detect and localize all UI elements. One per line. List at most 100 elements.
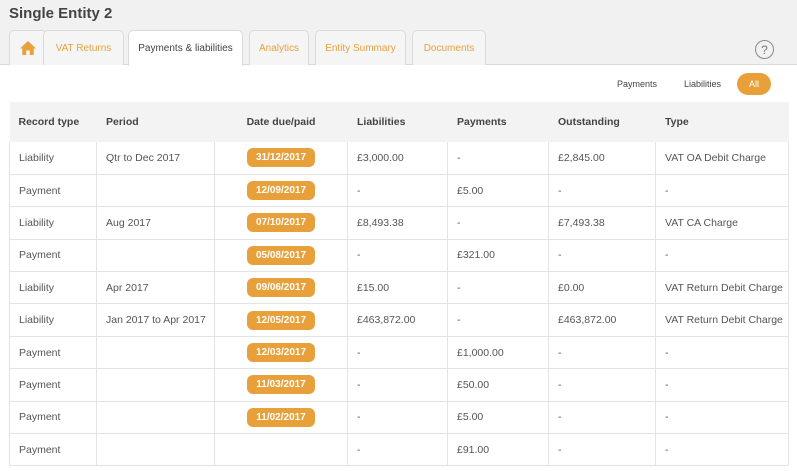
cell-record-type: Liability bbox=[9, 271, 97, 305]
cell-liabilities: - bbox=[347, 368, 448, 402]
cell-outstanding: - bbox=[548, 433, 656, 467]
tab-analytics[interactable]: Analytics bbox=[249, 30, 309, 65]
cell-period bbox=[96, 239, 215, 273]
cell-payments: £50.00 bbox=[447, 368, 549, 402]
filter-liabilities[interactable]: Liabilities bbox=[675, 73, 730, 95]
cell-outstanding: £7,493.38 bbox=[548, 206, 656, 240]
cell-payments: - bbox=[447, 142, 549, 175]
table-row[interactable]: Liability Qtr to Dec 2017 31/12/2017 £3,000… bbox=[9, 142, 789, 175]
cell-outstanding: - bbox=[548, 401, 656, 435]
cell-type: - bbox=[655, 433, 789, 467]
filter-payments[interactable]: Payments bbox=[608, 73, 666, 95]
cell-payments: £91.00 bbox=[447, 433, 549, 467]
tab-entity-summary[interactable]: Entity Summary bbox=[315, 30, 406, 65]
cell-date: 12/05/2017 bbox=[214, 303, 348, 337]
column-header-outstanding[interactable]: Outstanding bbox=[548, 102, 656, 142]
cell-outstanding: £0.00 bbox=[548, 271, 656, 305]
cell-period bbox=[96, 336, 215, 370]
tab-home[interactable] bbox=[9, 30, 47, 65]
cell-payments: £5.00 bbox=[447, 401, 549, 435]
column-header-type[interactable]: Type bbox=[655, 102, 789, 142]
cell-type: - bbox=[655, 336, 789, 370]
cell-liabilities: - bbox=[347, 433, 448, 467]
cell-outstanding: - bbox=[548, 174, 656, 208]
table-row[interactable]: Payment 12/03/2017- £1,000.00- - bbox=[9, 336, 789, 370]
cell-period: Aug 2017 bbox=[96, 206, 215, 240]
cell-date: 05/08/2017 bbox=[214, 239, 348, 273]
tab-payments-liabilities[interactable]: Payments & liabilities bbox=[128, 30, 243, 66]
table-row[interactable]: Liability Jan 2017 to Apr 2017 12/05/2017 £… bbox=[9, 303, 789, 337]
cell-date: 09/06/2017 bbox=[214, 271, 348, 305]
cell-payments: £5.00 bbox=[447, 174, 549, 208]
cell-liabilities: - bbox=[347, 174, 448, 208]
table-row[interactable]: Payment 11/03/2017- £50.00- - bbox=[9, 368, 789, 402]
table-row[interactable]: Payment - £91.00- - bbox=[9, 433, 789, 467]
cell-payments: - bbox=[447, 271, 549, 305]
table-row[interactable]: Liability Aug 2017 07/10/2017 £8,493.38- £7,… bbox=[9, 206, 789, 240]
cell-outstanding: - bbox=[548, 368, 656, 402]
cell-liabilities: £3,000.00 bbox=[347, 142, 448, 175]
column-header-record-type[interactable]: Record type bbox=[9, 102, 97, 142]
home-icon bbox=[20, 41, 36, 55]
date-badge: 12/03/2017 bbox=[247, 343, 315, 363]
cell-liabilities: £463,872.00 bbox=[347, 303, 448, 337]
cell-record-type: Payment bbox=[9, 368, 97, 402]
cell-type: VAT OA Debit Charge bbox=[655, 142, 789, 175]
cell-type: - bbox=[655, 368, 789, 402]
cell-period: Qtr to Dec 2017 bbox=[96, 142, 215, 175]
date-badge: 12/05/2017 bbox=[247, 310, 315, 330]
payments-liabilities-table: Record type Period Date due/paid Liabili… bbox=[9, 102, 789, 467]
cell-outstanding: - bbox=[548, 336, 656, 370]
cell-outstanding: £463,872.00 bbox=[548, 303, 656, 337]
cell-period bbox=[96, 401, 215, 435]
cell-liabilities: - bbox=[347, 401, 448, 435]
date-badge: 11/03/2017 bbox=[247, 375, 315, 395]
filter-all[interactable]: All bbox=[737, 73, 771, 95]
cell-liabilities: - bbox=[347, 239, 448, 273]
cell-type: VAT CA Charge bbox=[655, 206, 789, 240]
cell-liabilities: - bbox=[347, 336, 448, 370]
entity-header: Single Entity 2 VAT Returns Payments & l… bbox=[0, 0, 797, 66]
cell-period bbox=[96, 174, 215, 208]
date-badge: 12/09/2017 bbox=[247, 181, 315, 201]
cell-type: - bbox=[655, 401, 789, 435]
cell-date: 11/02/2017 bbox=[214, 401, 348, 435]
column-header-payments[interactable]: Payments bbox=[447, 102, 549, 142]
cell-outstanding: £2,845.00 bbox=[548, 142, 656, 175]
cell-payments: - bbox=[447, 303, 549, 337]
table-row[interactable]: Liability Apr 2017 09/06/2017 £15.00- £0.00 V… bbox=[9, 271, 789, 305]
cell-date: 12/09/2017 bbox=[214, 174, 348, 208]
cell-outstanding: - bbox=[548, 239, 656, 273]
tab-vat-returns[interactable]: VAT Returns bbox=[43, 30, 124, 65]
cell-liabilities: £8,493.38 bbox=[347, 206, 448, 240]
cell-record-type: Payment bbox=[9, 239, 97, 273]
cell-period: Jan 2017 to Apr 2017 bbox=[96, 303, 215, 337]
cell-record-type: Payment bbox=[9, 433, 97, 467]
table-row[interactable]: Payment 11/02/2017- £5.00- - bbox=[9, 401, 789, 435]
table-row[interactable]: Payment 05/08/2017- £321.00- - bbox=[9, 239, 789, 273]
cell-record-type: Payment bbox=[9, 336, 97, 370]
cell-date: 07/10/2017 bbox=[214, 206, 348, 240]
table-row[interactable]: Payment 12/09/2017- £5.00- - bbox=[9, 174, 789, 208]
cell-period bbox=[96, 433, 215, 467]
tab-documents[interactable]: Documents bbox=[412, 30, 486, 65]
cell-liabilities: £15.00 bbox=[347, 271, 448, 305]
cell-payments: - bbox=[447, 206, 549, 240]
column-header-liabilities[interactable]: Liabilities bbox=[347, 102, 448, 142]
cell-record-type: Payment bbox=[9, 401, 97, 435]
cell-record-type: Liability bbox=[9, 303, 97, 337]
date-badge: 31/12/2017 bbox=[247, 148, 315, 168]
date-badge: 07/10/2017 bbox=[247, 213, 315, 233]
date-badge: 11/02/2017 bbox=[247, 407, 315, 427]
cell-record-type: Payment bbox=[9, 174, 97, 208]
date-badge: 09/06/2017 bbox=[247, 278, 315, 298]
cell-type: VAT Return Debit Charge bbox=[655, 271, 789, 305]
cell-payments: £1,000.00 bbox=[447, 336, 549, 370]
date-badge: 05/08/2017 bbox=[247, 245, 315, 265]
column-header-date[interactable]: Date due/paid bbox=[214, 102, 348, 142]
column-header-period[interactable]: Period bbox=[96, 102, 215, 142]
cell-type: - bbox=[655, 239, 789, 273]
help-icon[interactable]: ? bbox=[755, 40, 774, 59]
cell-period bbox=[96, 368, 215, 402]
table-header-row: Record type Period Date due/paid Liabili… bbox=[9, 102, 789, 142]
